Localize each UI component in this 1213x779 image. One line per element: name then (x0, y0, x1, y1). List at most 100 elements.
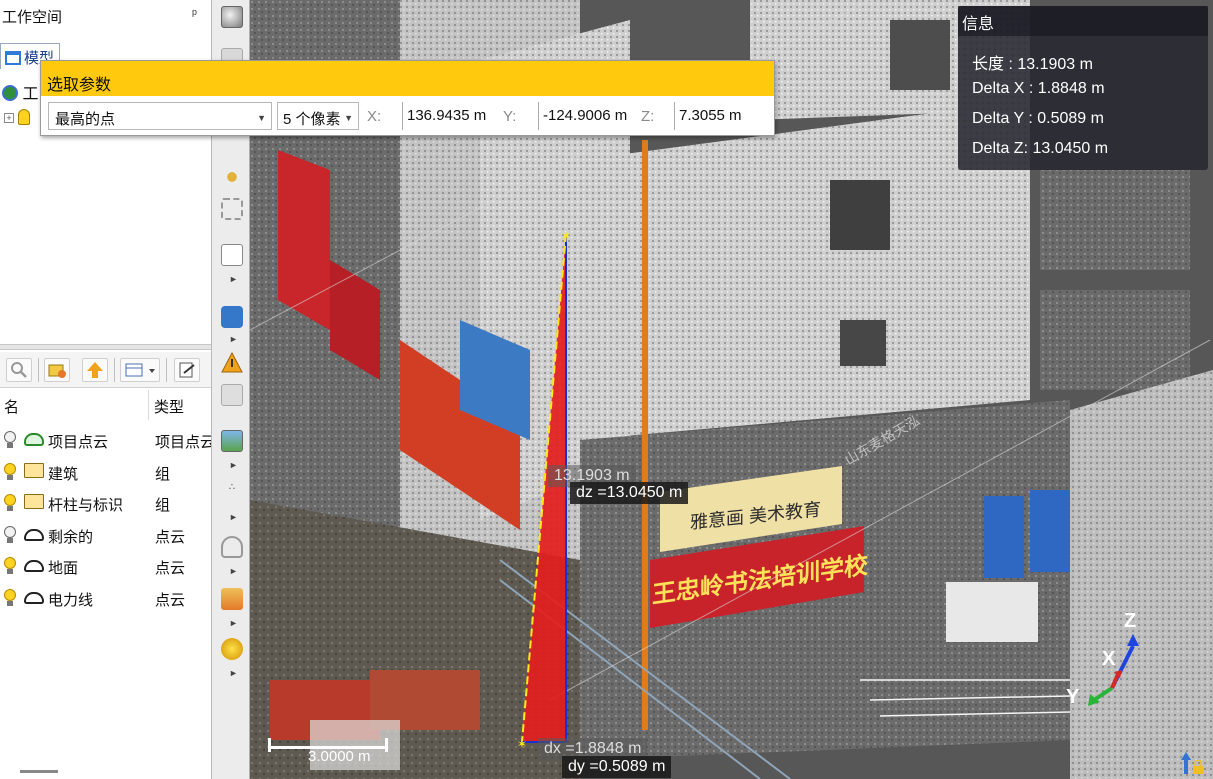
dz-label: dz =13.0450 m (570, 482, 689, 504)
axis-z-label: Z (1124, 610, 1137, 632)
pick-mode-value: 最高的点 (55, 111, 116, 128)
x-value-field[interactable]: 136.9435 m (402, 102, 494, 130)
globe-icon (2, 85, 18, 101)
info-panel: 信息 长度 : 13.1903 m Delta X : 1.8848 m Del… (958, 6, 1208, 170)
y-label: Y: (503, 108, 517, 125)
search-icon[interactable] (6, 358, 32, 382)
column-header-type[interactable]: 类型 (154, 396, 184, 417)
visibility-bulb-icon[interactable] (4, 557, 16, 575)
landscape-icon[interactable] (221, 588, 243, 610)
x-label: X: (367, 108, 382, 125)
lock-icon[interactable] (1192, 759, 1204, 774)
info-length: 长度 : 13.1903 m (972, 56, 1093, 73)
export-icon[interactable] (174, 358, 200, 382)
info-delta-z: Delta Z: 13.0450 m (972, 140, 1109, 157)
dy-label: dy =0.5089 m (562, 756, 672, 778)
layer-row[interactable]: 地面 点云 (0, 551, 211, 579)
point-cloud-tool-icon[interactable] (221, 6, 243, 28)
bulb-icon[interactable] (17, 109, 30, 125)
layer-row[interactable]: 剩余的 点云 (0, 520, 211, 548)
cloud-icon (24, 529, 44, 541)
print-icon[interactable] (221, 384, 243, 406)
zoom-extent-icon[interactable] (221, 198, 243, 220)
tree-item-workspace[interactable]: 工 (2, 80, 38, 104)
workspace-title: 工作空间 (2, 9, 63, 26)
layer-type: 点云 (155, 592, 186, 609)
expand-icon[interactable]: + (4, 113, 14, 123)
cloud-icon[interactable] (221, 536, 243, 558)
cloud-icon (24, 592, 44, 604)
info-title: 信息 (962, 16, 995, 33)
layer-type: 组 (155, 466, 171, 483)
move-up-icon[interactable] (82, 358, 108, 382)
svg-text:✶: ✶ (561, 229, 571, 243)
info-title-bar[interactable] (958, 6, 1208, 36)
layer-type: 项目点云 (155, 434, 211, 451)
svg-text:✶: ✶ (517, 737, 527, 751)
info-delta-x: Delta X : 1.8848 m (972, 80, 1105, 97)
pin-icon[interactable]: ᵖ (192, 6, 197, 21)
pick-radius-value: 5 个像素 (283, 111, 341, 128)
info-delta-y: Delta Y : 0.5089 m (972, 110, 1104, 127)
visibility-bulb-icon[interactable] (4, 494, 16, 512)
axis-gizmo[interactable]: Z X Y (1060, 610, 1150, 710)
expand-arrow-icon[interactable]: ► (229, 460, 238, 470)
sphere-icon[interactable] (221, 638, 243, 660)
layer-name: 杆柱与标识 (48, 497, 124, 514)
pick-radius-select[interactable]: 5 个像素 ▼ (277, 102, 359, 130)
chevron-down-icon: ▼ (344, 113, 353, 123)
pan-icon[interactable] (221, 166, 243, 188)
z-label: Z: (641, 108, 655, 125)
scale-label: 3.0000 m (308, 748, 371, 765)
chevron-down-icon: ▼ (257, 113, 266, 123)
layer-type: 点云 (155, 560, 186, 577)
dialog-title: 选取参数 (47, 77, 112, 94)
expand-arrow-icon[interactable]: ► (229, 512, 238, 522)
axis-y-label: Y (1066, 686, 1080, 708)
cloud-icon (24, 560, 44, 572)
up-arrow-icon[interactable] (1181, 752, 1191, 774)
pick-parameter-dialog: 选取参数 最高的点 ▼ 5 个像素 ▼ X: 136.9435 m Y: -12… (40, 60, 775, 136)
expand-arrow-icon[interactable]: ► (229, 566, 238, 576)
folder-icon (24, 494, 44, 509)
layer-type: 组 (155, 497, 171, 514)
y-value-field[interactable]: -124.9006 m (538, 102, 634, 130)
expand-arrow-icon[interactable]: ► (229, 274, 238, 284)
layer-name: 建筑 (48, 466, 79, 483)
layer-name: 电力线 (48, 592, 94, 609)
resize-grip[interactable] (20, 770, 58, 773)
layer-toolbar (0, 352, 211, 388)
warning-icon[interactable] (221, 351, 243, 374)
expand-arrow-icon[interactable]: ► (229, 618, 238, 628)
visibility-bulb-icon[interactable] (4, 526, 16, 544)
expand-arrow-icon[interactable]: ► (229, 668, 238, 678)
layer-row[interactable]: 杆柱与标识 组 (0, 488, 211, 516)
layer-row[interactable]: 建筑 组 (0, 457, 211, 485)
layer-name: 剩余的 (48, 529, 94, 546)
project-cloud-icon (24, 433, 44, 446)
folder-icon (24, 463, 44, 478)
dialog-title-bar[interactable] (41, 61, 774, 96)
axis-x-label: X (1102, 648, 1116, 670)
image-icon[interactable] (221, 430, 243, 452)
dots-icon[interactable]: ∴ (221, 482, 243, 504)
column-divider[interactable] (148, 390, 149, 420)
tree-item-expander[interactable]: + (4, 108, 30, 125)
pick-mode-select[interactable]: 最高的点 ▼ (48, 102, 272, 130)
layer-name: 项目点云 (48, 434, 109, 451)
expand-arrow-icon[interactable]: ► (229, 334, 238, 344)
add-folder-icon[interactable] (44, 358, 70, 382)
layer-name: 地面 (48, 560, 79, 577)
view-3d-icon[interactable] (221, 306, 243, 328)
view-options-dropdown[interactable] (120, 358, 160, 382)
panel-splitter[interactable] (0, 344, 211, 350)
page-icon[interactable] (221, 244, 243, 266)
visibility-bulb-icon[interactable] (4, 431, 16, 449)
layer-row[interactable]: 电力线 点云 (0, 583, 211, 611)
visibility-bulb-icon[interactable] (4, 589, 16, 607)
z-value-field[interactable]: 7.3055 m (674, 102, 770, 130)
layer-row[interactable]: 项目点云 项目点云 (0, 425, 211, 453)
layer-type: 点云 (155, 529, 186, 546)
visibility-bulb-icon[interactable] (4, 463, 16, 481)
column-header-name[interactable]: 名 (4, 396, 19, 417)
